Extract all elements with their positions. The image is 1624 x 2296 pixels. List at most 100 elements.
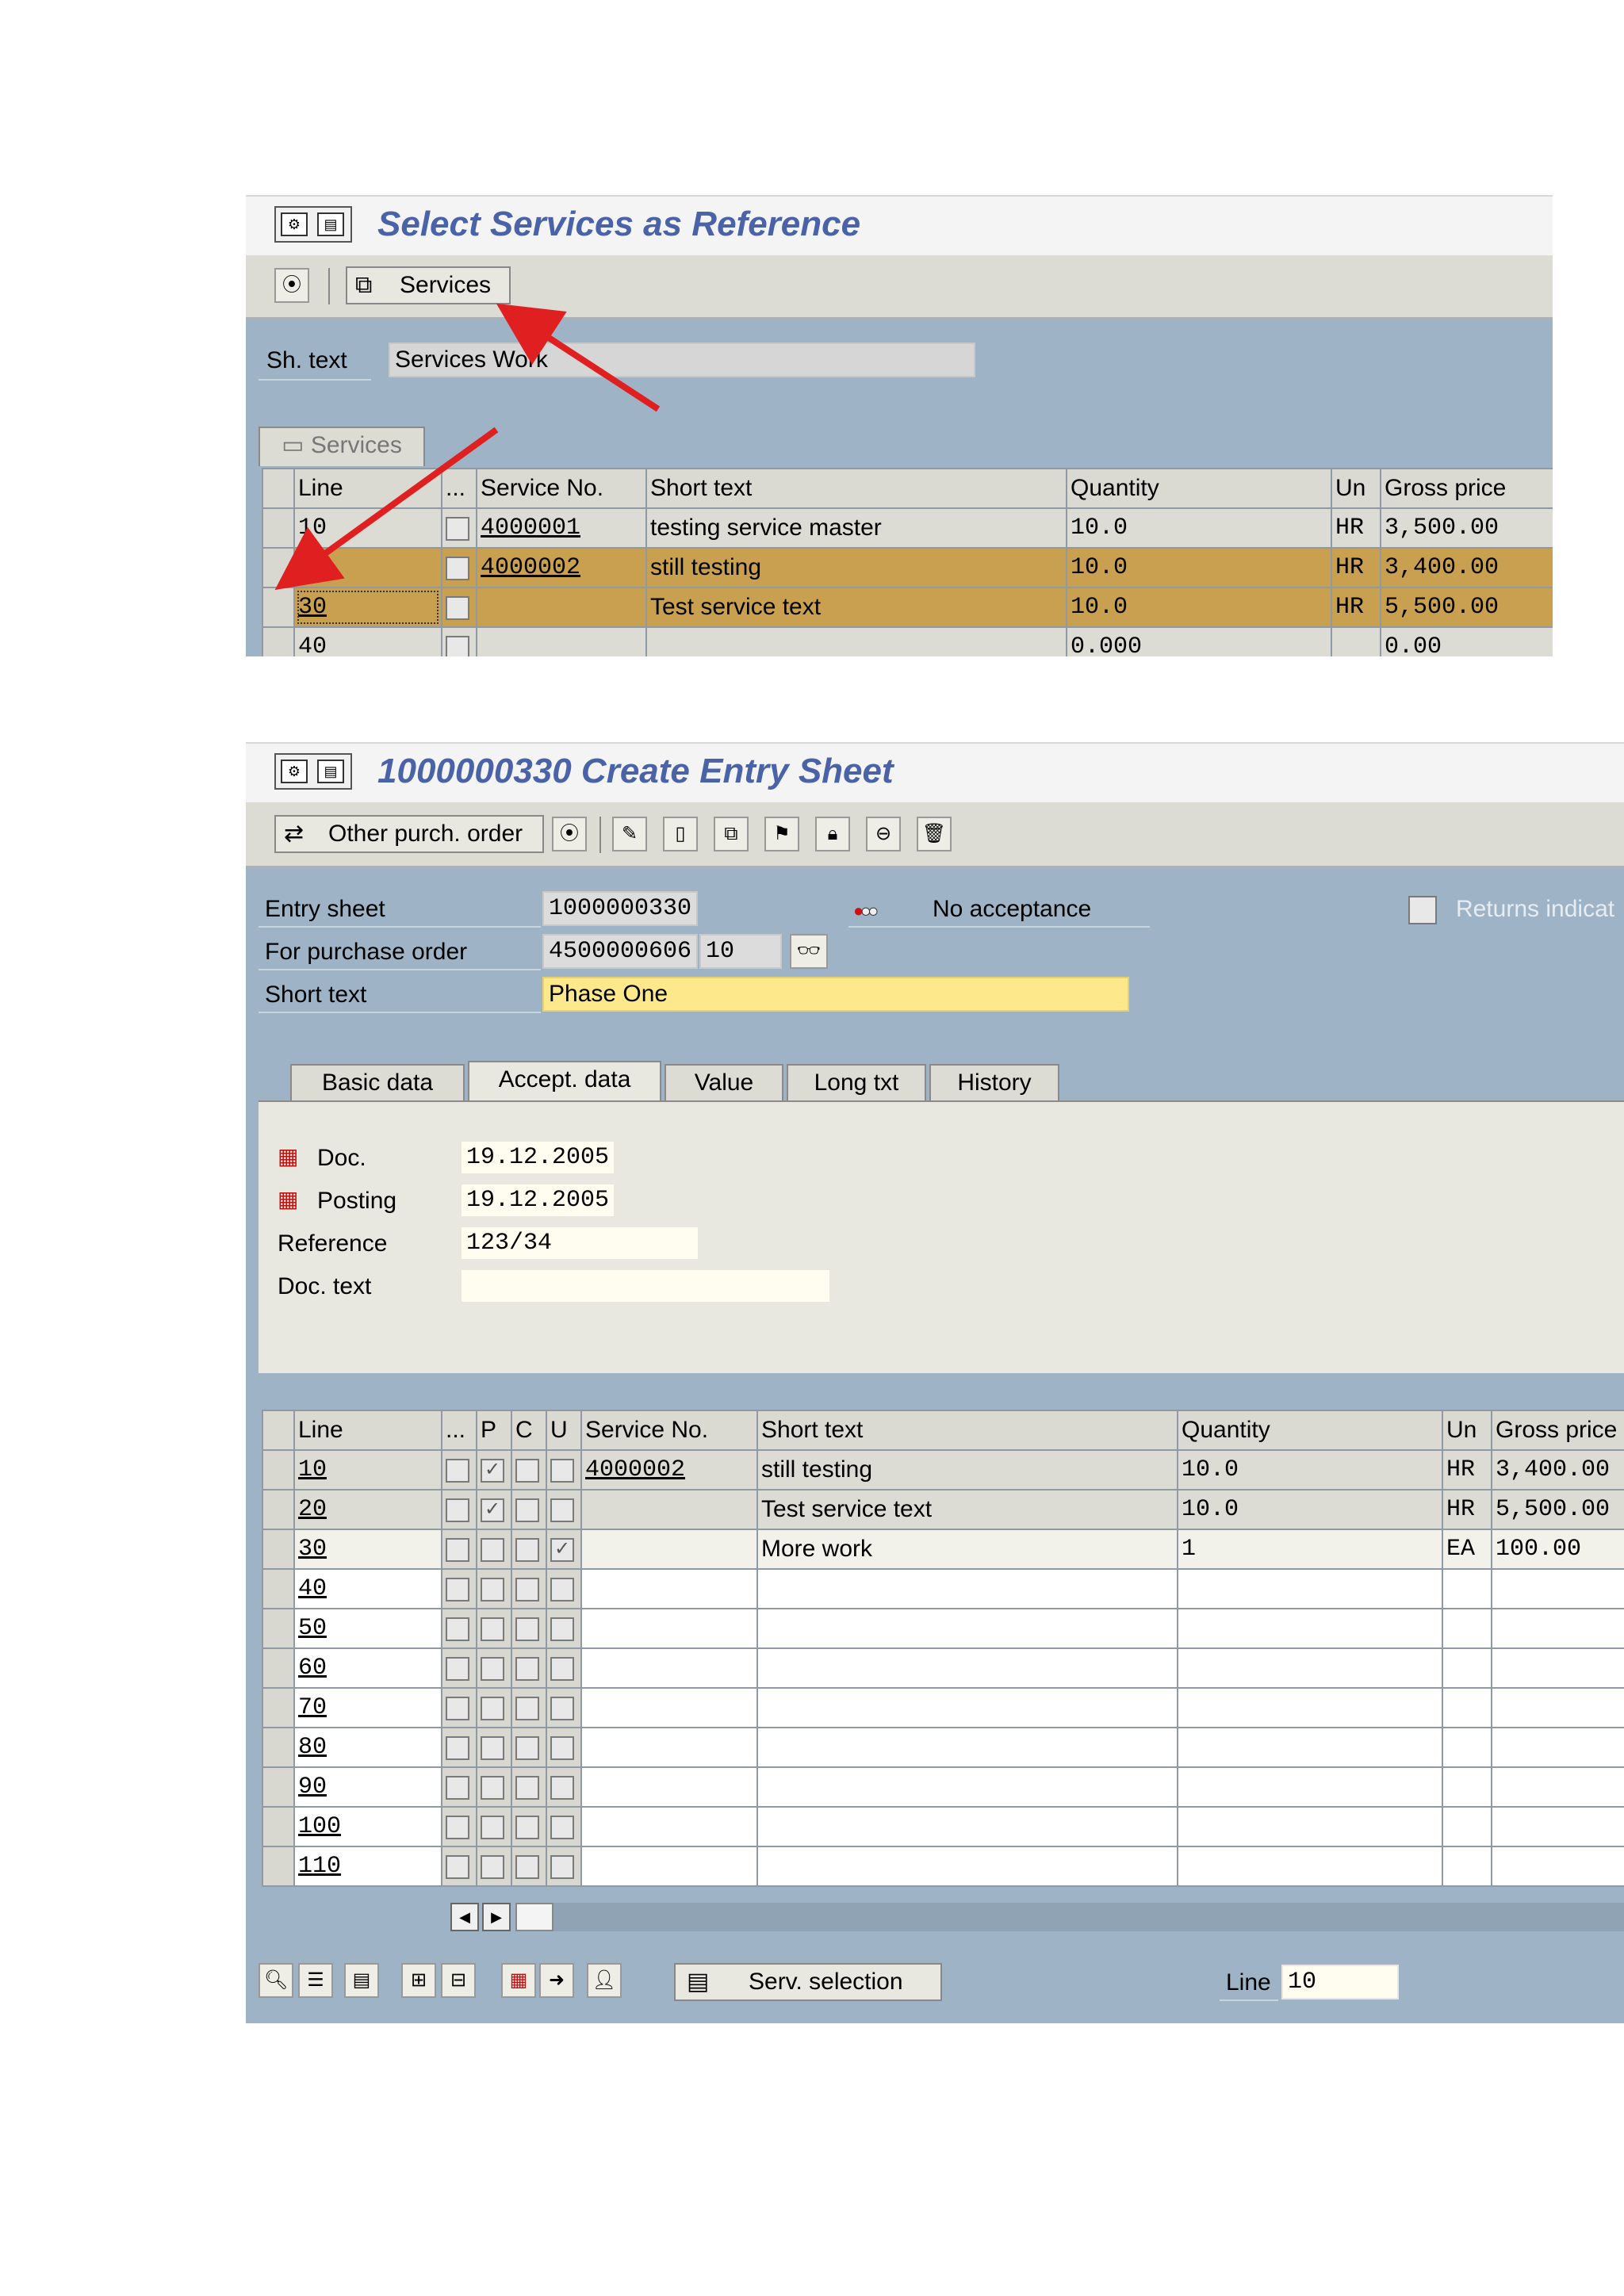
column-header[interactable]: C bbox=[511, 1410, 547, 1451]
row-checkbox-cell[interactable] bbox=[441, 1647, 477, 1689]
row-selector[interactable] bbox=[262, 1608, 295, 1649]
p-flag-cell[interactable] bbox=[476, 1727, 512, 1768]
tab-value[interactable]: Value bbox=[665, 1064, 783, 1100]
row-checkbox-cell[interactable] bbox=[441, 1489, 477, 1530]
scroll-right-button[interactable]: ▶ bbox=[482, 1903, 511, 1931]
p-flag-cell[interactable] bbox=[476, 1647, 512, 1689]
p-checkbox[interactable] bbox=[481, 1538, 504, 1563]
c-flag-cell[interactable] bbox=[511, 1529, 547, 1570]
row-checkbox[interactable] bbox=[446, 1816, 469, 1840]
display-po-icon[interactable]: 👓︎ bbox=[790, 934, 828, 969]
row-checkbox-cell[interactable] bbox=[441, 1687, 477, 1728]
row-selector[interactable] bbox=[262, 1568, 295, 1609]
c-checkbox[interactable] bbox=[515, 1816, 539, 1840]
row-selector[interactable] bbox=[262, 1727, 295, 1768]
row-checkbox-cell[interactable] bbox=[441, 1806, 477, 1847]
c-checkbox[interactable] bbox=[515, 1855, 539, 1880]
u-flag-cell[interactable] bbox=[546, 1727, 582, 1768]
row-selector[interactable] bbox=[262, 1647, 295, 1689]
row-selector[interactable] bbox=[262, 1449, 295, 1490]
accept-flag-icon[interactable]: ⚑ bbox=[764, 817, 799, 851]
p-flag-cell[interactable] bbox=[476, 1806, 512, 1847]
p-checkbox[interactable] bbox=[481, 1657, 504, 1682]
line-field[interactable]: 10 bbox=[1281, 1965, 1399, 1999]
c-flag-cell[interactable] bbox=[511, 1568, 547, 1609]
tab-accept-data[interactable]: Accept. data bbox=[468, 1061, 661, 1102]
c-checkbox[interactable] bbox=[515, 1776, 539, 1800]
person-icon[interactable]: 👤︎ bbox=[587, 1963, 622, 1998]
c-flag-cell[interactable] bbox=[511, 1687, 547, 1728]
u-checkbox[interactable] bbox=[550, 1816, 574, 1840]
traffic-light-icon[interactable]: ⦿ bbox=[552, 817, 587, 851]
row-selector[interactable] bbox=[262, 1766, 295, 1808]
column-header[interactable]: P bbox=[476, 1410, 512, 1451]
new-document-icon[interactable]: ▯ bbox=[663, 817, 698, 851]
edit-icon[interactable]: ✎ bbox=[612, 817, 647, 851]
row-checkbox-cell[interactable] bbox=[441, 1846, 477, 1887]
u-flag-cell[interactable] bbox=[546, 1647, 582, 1689]
service-no-link[interactable] bbox=[580, 1489, 758, 1530]
row-checkbox-cell[interactable] bbox=[441, 1568, 477, 1609]
select-all-icon[interactable]: ☰ bbox=[298, 1963, 333, 1998]
row-checkbox[interactable] bbox=[446, 1459, 469, 1483]
c-flag-cell[interactable] bbox=[511, 1647, 547, 1689]
horizontal-scrollbar[interactable] bbox=[515, 1903, 1624, 1931]
u-flag-cell[interactable] bbox=[546, 1687, 582, 1728]
c-checkbox[interactable] bbox=[515, 1617, 539, 1642]
copy-icon[interactable]: ⧉ bbox=[714, 817, 749, 851]
u-checkbox[interactable] bbox=[550, 1776, 574, 1800]
u-flag-cell[interactable] bbox=[546, 1449, 582, 1490]
u-flag-cell[interactable] bbox=[546, 1608, 582, 1649]
p-checkbox[interactable] bbox=[481, 1855, 504, 1880]
scrollbar-thumb[interactable] bbox=[515, 1903, 553, 1931]
table-row[interactable]: 10 ✓ 4000002 still testing 10.0 HR 3,400.00 bbox=[262, 1449, 1624, 1490]
c-checkbox[interactable] bbox=[515, 1697, 539, 1721]
c-flag-cell[interactable] bbox=[511, 1846, 547, 1887]
row-checkbox-cell[interactable] bbox=[441, 1766, 477, 1808]
other-purch-order-button[interactable]: ⇄ Other purch. order bbox=[274, 815, 544, 853]
row-checkbox[interactable] bbox=[446, 1498, 469, 1523]
service-no-link[interactable] bbox=[580, 1687, 758, 1728]
row-checkbox[interactable] bbox=[446, 1538, 469, 1563]
p-flag-cell[interactable] bbox=[476, 1846, 512, 1887]
insert-row-icon[interactable]: ⊞ bbox=[401, 1963, 436, 1998]
window-menu-icons[interactable]: ⚙ ▤ bbox=[274, 753, 352, 790]
p-checkbox[interactable] bbox=[481, 1617, 504, 1642]
row-selector[interactable] bbox=[262, 1687, 295, 1728]
returns-indicator-checkbox[interactable] bbox=[1408, 896, 1437, 924]
u-flag-cell[interactable] bbox=[546, 1568, 582, 1609]
transfer-icon[interactable]: ➜ bbox=[539, 1963, 574, 1998]
short-text-field[interactable]: Phase One bbox=[542, 977, 1129, 1012]
p-flag-cell[interactable] bbox=[476, 1608, 512, 1649]
reference-field[interactable]: 123/34 bbox=[460, 1226, 699, 1261]
p-checkbox[interactable] bbox=[481, 1697, 504, 1721]
table-row[interactable]: 20 ✓ Test service text 10.0 HR 5,500.00 bbox=[262, 1489, 1624, 1530]
c-flag-cell[interactable] bbox=[511, 1766, 547, 1808]
p-flag-cell[interactable]: ✓ bbox=[476, 1489, 512, 1530]
service-no-link[interactable] bbox=[580, 1806, 758, 1847]
u-checkbox[interactable]: ✓ bbox=[550, 1538, 574, 1563]
p-flag-cell[interactable] bbox=[476, 1687, 512, 1728]
row-checkbox-cell[interactable] bbox=[441, 1608, 477, 1649]
table-row[interactable]: 40 bbox=[262, 1568, 1624, 1609]
column-header[interactable]: ... bbox=[441, 1410, 477, 1451]
service-no-link[interactable] bbox=[580, 1568, 758, 1609]
settings-icon[interactable]: ⚙ bbox=[281, 760, 308, 783]
row-checkbox[interactable] bbox=[446, 1578, 469, 1602]
column-header[interactable]: Quantity bbox=[1177, 1410, 1443, 1451]
u-flag-cell[interactable] bbox=[546, 1489, 582, 1530]
table-row[interactable]: 50 bbox=[262, 1608, 1624, 1649]
c-checkbox[interactable] bbox=[515, 1498, 539, 1523]
tab-basic-data[interactable]: Basic data bbox=[290, 1064, 465, 1100]
doc-icon[interactable]: ▤ bbox=[317, 760, 344, 783]
delete-icon[interactable]: 🗑︎ bbox=[917, 817, 952, 851]
select-all-cell[interactable] bbox=[262, 1410, 295, 1451]
p-flag-cell[interactable] bbox=[476, 1529, 512, 1570]
p-checkbox[interactable] bbox=[481, 1578, 504, 1602]
service-no-link[interactable] bbox=[580, 1846, 758, 1887]
u-checkbox[interactable] bbox=[550, 1736, 574, 1761]
serv-selection-button[interactable]: ▤ Serv. selection bbox=[674, 1963, 942, 2001]
scroll-left-button[interactable]: ◀ bbox=[450, 1903, 479, 1931]
row-selector[interactable] bbox=[262, 1806, 295, 1847]
table-row[interactable]: 110 bbox=[262, 1846, 1624, 1887]
